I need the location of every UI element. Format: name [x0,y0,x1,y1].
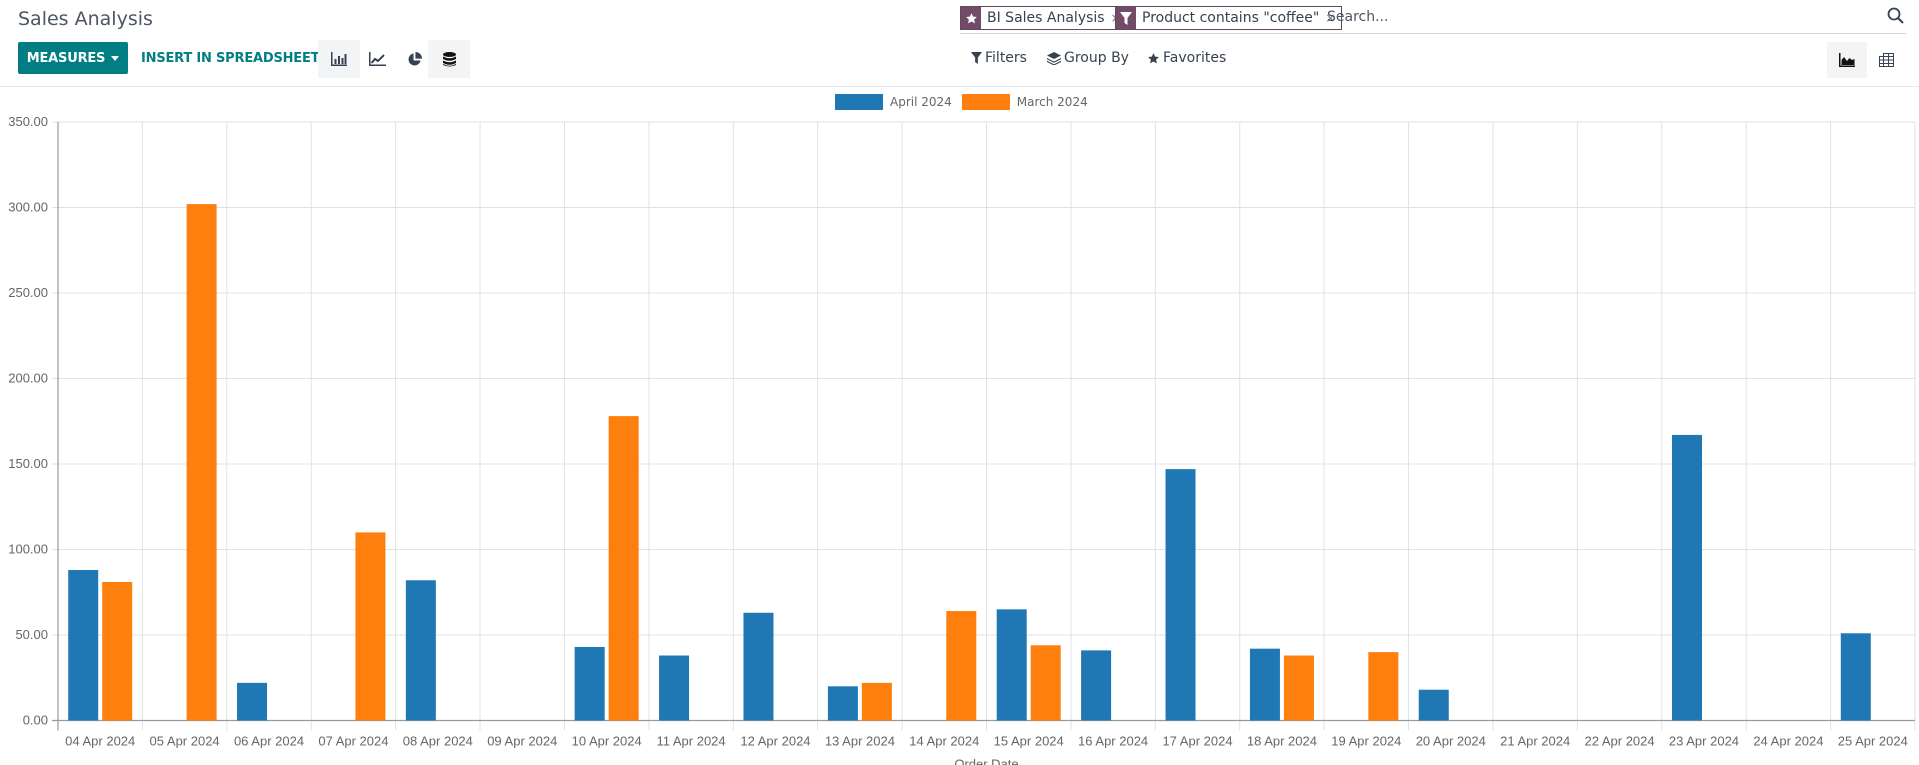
y-tick-label: 250.00 [8,285,48,300]
x-tick-label: 12 Apr 2024 [740,734,810,749]
x-tick-label: 21 Apr 2024 [1500,734,1570,749]
insert-in-spreadsheet-button[interactable]: INSERT IN SPREADSHEET [141,42,320,74]
x-tick-label: 08 Apr 2024 [403,734,473,749]
y-tick-label: 150.00 [8,456,48,471]
bar[interactable] [1081,650,1112,721]
graph-view-button[interactable] [1827,42,1867,78]
bar[interactable] [996,609,1027,721]
bar[interactable] [1165,469,1196,721]
pie-chart-icon [407,51,422,66]
x-axis-title: Order Date [954,757,1018,765]
x-tick-label: 22 Apr 2024 [1585,734,1655,749]
search-facet-filter[interactable]: Product contains "coffee" × [1115,6,1343,30]
x-tick-label: 13 Apr 2024 [825,734,895,749]
group-by-label: Group By [1064,50,1129,66]
bar[interactable] [574,646,605,721]
x-tick-label: 24 Apr 2024 [1753,734,1823,749]
x-tick-label: 20 Apr 2024 [1416,734,1486,749]
x-tick-label: 15 Apr 2024 [994,734,1064,749]
bar[interactable] [827,686,858,721]
search-facet-favorite[interactable]: BI Sales Analysis × [960,6,1128,30]
y-tick-label: 0.00 [23,713,48,728]
x-tick-label: 10 Apr 2024 [572,734,642,749]
bar[interactable] [1418,689,1449,721]
x-tick-label: 04 Apr 2024 [65,734,135,749]
favorites-button[interactable]: Favorites [1147,50,1226,66]
filter-icon [1116,7,1136,29]
layers-icon [1047,51,1061,65]
stacked-button[interactable] [428,40,470,78]
bar[interactable] [861,682,892,721]
facet-label: Product contains "coffee" [1142,10,1320,26]
search-input[interactable] [1327,6,1867,28]
search-icon[interactable] [1887,7,1904,24]
bar[interactable] [1840,633,1871,721]
table-icon [1878,53,1894,67]
x-tick-label: 18 Apr 2024 [1247,734,1317,749]
area-chart-icon [1839,53,1855,67]
bar[interactable] [102,581,133,721]
x-tick-label: 19 Apr 2024 [1331,734,1401,749]
x-tick-label: 16 Apr 2024 [1078,734,1148,749]
bar[interactable] [186,204,217,721]
page-title: Sales Analysis [18,8,153,30]
bar-chart: 0.00 50.00 100.00 150.00 200.00 250.00 300.00 3… [8,114,1916,765]
pivot-view-button[interactable] [1866,42,1906,78]
filter-icon [971,52,982,64]
bar-chart-icon [331,52,347,66]
filters-label: Filters [985,50,1027,66]
caret-down-icon [111,55,120,61]
star-icon [961,7,981,29]
bar[interactable] [1368,652,1399,721]
header-divider [0,86,1919,87]
group-by-button[interactable]: Group By [1047,50,1129,66]
bar[interactable] [405,580,436,721]
bar[interactable] [1249,648,1280,721]
facet-label: BI Sales Analysis [987,10,1105,26]
x-tick-label: 07 Apr 2024 [318,734,388,749]
bar[interactable] [946,611,977,721]
x-tick-label: 05 Apr 2024 [150,734,220,749]
x-tick-label: 23 Apr 2024 [1669,734,1739,749]
x-tick-label: 06 Apr 2024 [234,734,304,749]
bar[interactable] [659,655,690,721]
measures-button[interactable]: MEASURES [18,42,128,74]
y-tick-label: 300.00 [8,200,48,215]
search-underline [960,33,1906,34]
y-tick-label: 100.00 [8,542,48,557]
bar[interactable] [608,416,639,721]
measures-label: MEASURES [26,50,106,66]
y-tick-label: 200.00 [8,371,48,386]
bar[interactable] [1283,655,1314,721]
bar[interactable] [743,612,774,721]
bar[interactable] [1030,645,1061,721]
bar-chart-button[interactable] [318,40,360,78]
bar[interactable] [237,682,268,721]
y-tick-label: 350.00 [8,114,48,129]
x-tick-label: 14 Apr 2024 [909,734,979,749]
star-icon [1148,52,1159,63]
bar[interactable] [355,532,386,721]
filters-button[interactable]: Filters [971,50,1027,66]
bar[interactable] [68,570,99,721]
line-chart-button[interactable] [356,40,398,78]
x-tick-label: 11 Apr 2024 [656,734,725,749]
favorites-label: Favorites [1163,50,1227,66]
database-icon [442,51,456,66]
y-tick-label: 50.00 [15,627,48,642]
x-tick-label: 09 Apr 2024 [487,734,557,749]
line-chart-icon [368,52,386,66]
x-tick-label: 17 Apr 2024 [1162,734,1232,749]
x-tick-label: 25 Apr 2024 [1838,734,1908,749]
bar[interactable] [1671,434,1702,721]
